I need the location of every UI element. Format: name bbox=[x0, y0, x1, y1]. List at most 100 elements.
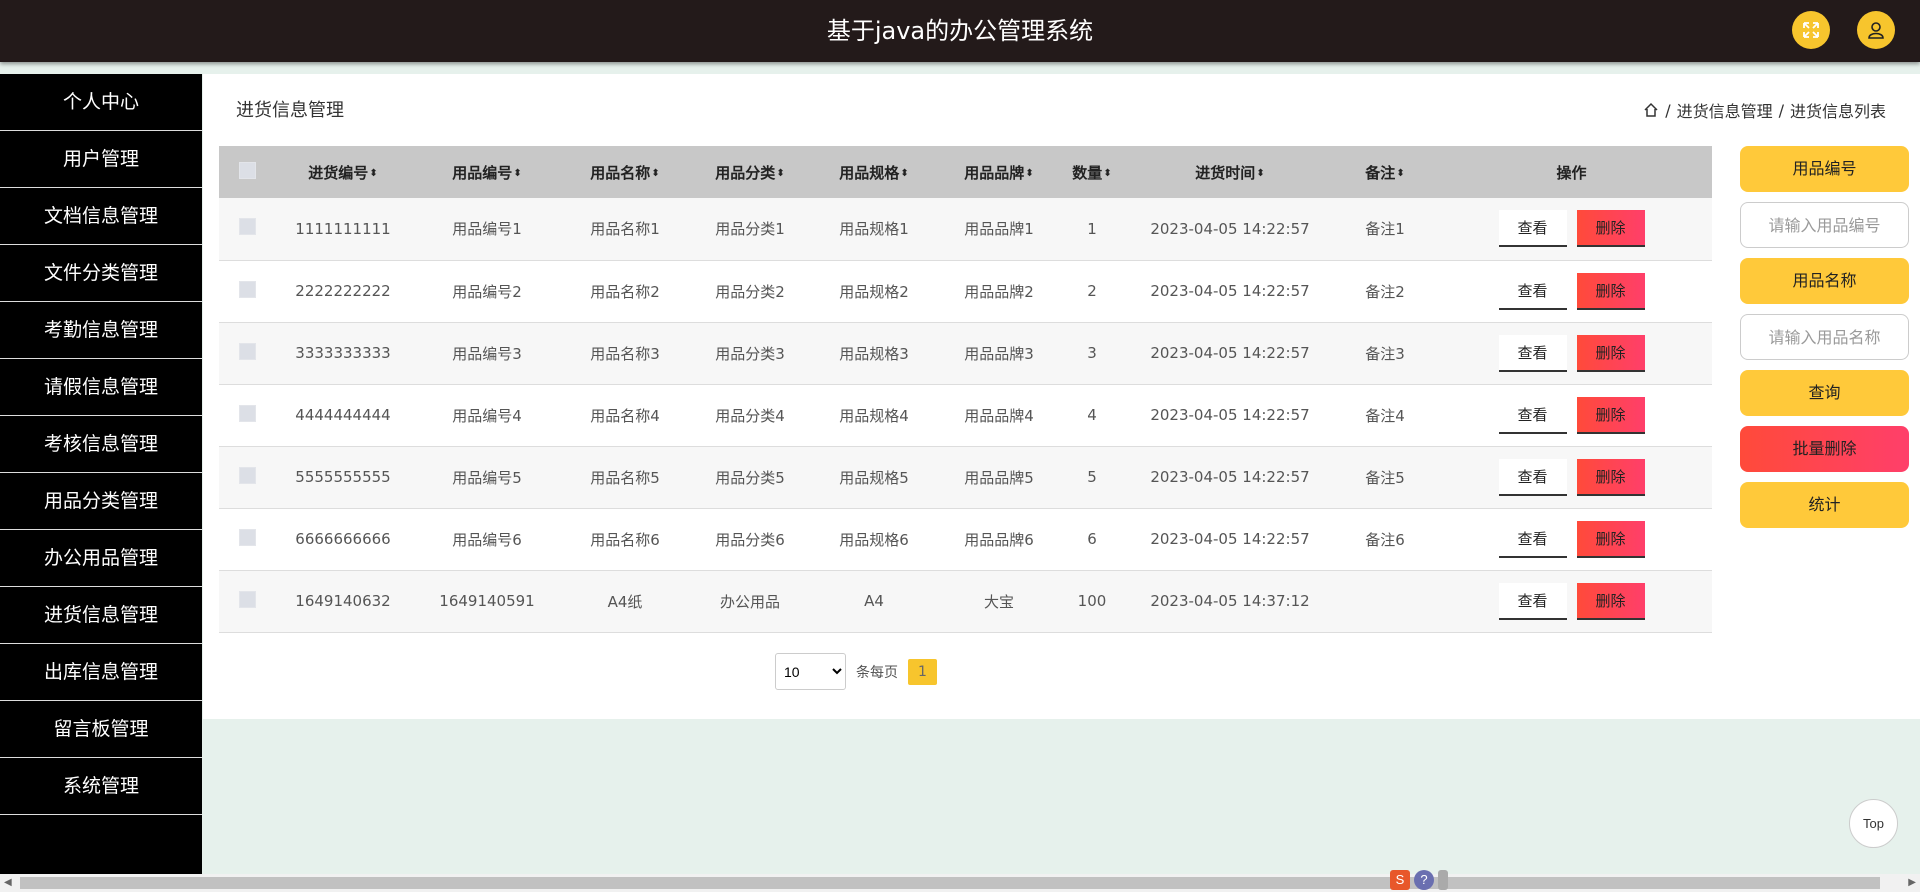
table-cell: 用品编号6 bbox=[452, 530, 522, 549]
column-header[interactable]: 用品编号⬍ bbox=[411, 146, 563, 198]
row-checkbox[interactable] bbox=[238, 280, 256, 298]
sort-icon[interactable]: ⬍ bbox=[1103, 168, 1111, 179]
sort-icon[interactable]: ⬍ bbox=[1025, 168, 1033, 179]
sogou-ime-icon[interactable]: S bbox=[1390, 870, 1410, 890]
column-header[interactable]: 进货时间⬍ bbox=[1121, 146, 1339, 198]
sidebar-item[interactable]: 请假信息管理 bbox=[0, 359, 202, 416]
stats-button[interactable]: 统计 bbox=[1740, 482, 1909, 528]
table-cell: 2023-04-05 14:22:57 bbox=[1150, 406, 1310, 424]
sidebar-item[interactable]: 出库信息管理 bbox=[0, 644, 202, 701]
view-button[interactable]: 查看 bbox=[1498, 520, 1567, 558]
column-header[interactable]: 用品规格⬍ bbox=[813, 146, 935, 198]
column-header[interactable]: 进货编号⬍ bbox=[275, 146, 411, 198]
row-checkbox[interactable] bbox=[238, 466, 256, 484]
table-cell: 用品品牌1 bbox=[964, 220, 1034, 239]
table-cell: 2023-04-05 14:22:57 bbox=[1150, 468, 1310, 486]
select-all-checkbox[interactable] bbox=[238, 161, 256, 179]
user-button[interactable] bbox=[1857, 11, 1895, 49]
table-cell: 2023-04-05 14:37:12 bbox=[1150, 592, 1310, 610]
sidebar-item[interactable]: 用品分类管理 bbox=[0, 473, 202, 530]
table-cell: 用品名称6 bbox=[590, 530, 660, 549]
delete-button[interactable]: 删除 bbox=[1576, 272, 1645, 310]
breadcrumb-item[interactable]: 进货信息管理 bbox=[1677, 98, 1773, 122]
view-button[interactable]: 查看 bbox=[1498, 396, 1567, 434]
table-cell: 1111111111 bbox=[295, 219, 391, 238]
column-header[interactable]: 数量⬍ bbox=[1063, 146, 1121, 198]
item-name-input[interactable] bbox=[1740, 314, 1909, 360]
delete-button[interactable]: 删除 bbox=[1576, 520, 1645, 558]
help-icon[interactable]: ? bbox=[1414, 870, 1434, 890]
query-button[interactable]: 查询 bbox=[1740, 370, 1909, 416]
table-cell: 3 bbox=[1087, 344, 1097, 362]
sidebar-item[interactable]: 进货信息管理 bbox=[0, 587, 202, 644]
sidebar-item[interactable]: 考勤信息管理 bbox=[0, 302, 202, 359]
table-cell: 用品规格5 bbox=[839, 468, 909, 487]
purchase-table: 进货编号⬍ 用品编号⬍ 用品名称⬍ 用品分类⬍ 用品规格⬍ 用品品牌⬍ 数量⬍ 进货时间⬍ 备注… bbox=[219, 146, 1712, 633]
sidebar-item[interactable]: 留言板管理 bbox=[0, 701, 202, 758]
item-number-input[interactable] bbox=[1740, 202, 1909, 248]
view-button[interactable]: 查看 bbox=[1498, 582, 1567, 620]
breadcrumb-item[interactable]: 进货信息列表 bbox=[1790, 98, 1886, 122]
per-page-label: 条每页 bbox=[856, 664, 898, 681]
table-cell: 大宝 bbox=[983, 592, 1014, 611]
sort-icon[interactable]: ⬍ bbox=[369, 168, 377, 179]
column-header[interactable]: 用品品牌⬍ bbox=[935, 146, 1063, 198]
row-checkbox[interactable] bbox=[238, 528, 256, 546]
table-cell: 用品品牌3 bbox=[964, 344, 1034, 363]
column-header[interactable]: 用品分类⬍ bbox=[687, 146, 813, 198]
table-cell: 用品品牌6 bbox=[964, 530, 1034, 549]
page-size-select[interactable]: 102050100 bbox=[775, 653, 846, 690]
delete-button[interactable]: 删除 bbox=[1576, 210, 1645, 248]
row-actions: 查看 删除 bbox=[1431, 384, 1712, 446]
sidebar-item[interactable]: 办公用品管理 bbox=[0, 530, 202, 587]
row-checkbox[interactable] bbox=[238, 590, 256, 608]
scroll-left-icon[interactable]: ◀ bbox=[4, 877, 12, 888]
view-button[interactable]: 查看 bbox=[1498, 210, 1567, 248]
column-header-label: 用品编号 bbox=[452, 163, 513, 182]
column-header[interactable]: 备注⬍ bbox=[1339, 146, 1431, 198]
view-button[interactable]: 查看 bbox=[1498, 334, 1567, 372]
sort-icon[interactable]: ⬍ bbox=[651, 168, 659, 179]
view-button[interactable]: 查看 bbox=[1498, 272, 1567, 310]
drag-handle-icon[interactable] bbox=[1438, 870, 1448, 890]
home-icon[interactable] bbox=[1643, 102, 1659, 118]
field1-label-button[interactable]: 用品编号 bbox=[1740, 146, 1909, 192]
field2-label-button[interactable]: 用品名称 bbox=[1740, 258, 1909, 304]
delete-button[interactable]: 删除 bbox=[1576, 582, 1645, 620]
sidebar-item[interactable]: 文档信息管理 bbox=[0, 188, 202, 245]
sort-icon[interactable]: ⬍ bbox=[1396, 168, 1404, 179]
column-header[interactable]: 用品名称⬍ bbox=[563, 146, 687, 198]
column-header-label: 数量 bbox=[1072, 163, 1103, 182]
delete-button[interactable]: 删除 bbox=[1576, 396, 1645, 434]
sidebar-item[interactable]: 系统管理 bbox=[0, 758, 202, 815]
sort-icon[interactable]: ⬍ bbox=[1256, 168, 1264, 179]
table-row: 1649140632 1649140591 A4纸 办公用品 A4 大宝 100 2023-0… bbox=[219, 570, 1712, 632]
sort-icon[interactable]: ⬍ bbox=[513, 168, 521, 179]
delete-button[interactable]: 删除 bbox=[1576, 334, 1645, 372]
row-checkbox[interactable] bbox=[238, 342, 256, 360]
scroll-right-icon[interactable]: ▶ bbox=[1908, 877, 1916, 888]
sort-icon[interactable]: ⬍ bbox=[776, 168, 784, 179]
table-row: 2222222222 用品编号2 用品名称2 用品分类2 用品规格2 用品品牌2 2 2023… bbox=[219, 260, 1712, 322]
breadcrumb: / 进货信息管理 / 进货信息列表 bbox=[1643, 98, 1886, 122]
table-cell: 备注6 bbox=[1365, 530, 1405, 549]
scrollbar-thumb[interactable] bbox=[20, 877, 1880, 889]
view-button[interactable]: 查看 bbox=[1498, 458, 1567, 496]
fullscreen-button[interactable] bbox=[1792, 11, 1830, 49]
sort-icon[interactable]: ⬍ bbox=[900, 168, 908, 179]
row-checkbox[interactable] bbox=[238, 218, 256, 236]
sidebar-item[interactable]: 考核信息管理 bbox=[0, 416, 202, 473]
delete-button[interactable]: 删除 bbox=[1576, 458, 1645, 496]
back-to-top-button[interactable]: Top bbox=[1849, 799, 1898, 848]
sidebar-item[interactable]: 文件分类管理 bbox=[0, 245, 202, 302]
row-checkbox[interactable] bbox=[238, 404, 256, 422]
sidebar-item[interactable]: 个人中心 bbox=[0, 74, 202, 131]
page-number-current[interactable]: 1 bbox=[908, 658, 937, 685]
table-row: 6666666666 用品编号6 用品名称6 用品分类6 用品规格6 用品品牌6 6 2023… bbox=[219, 508, 1712, 570]
horizontal-scrollbar[interactable]: ◀ ▶ bbox=[0, 874, 1920, 892]
row-actions: 查看 删除 bbox=[1431, 260, 1712, 322]
batch-delete-button[interactable]: 批量删除 bbox=[1740, 426, 1909, 472]
sidebar-item[interactable]: 用户管理 bbox=[0, 131, 202, 188]
table-cell: 用品分类2 bbox=[715, 282, 785, 301]
table-cell: 2023-04-05 14:22:57 bbox=[1150, 282, 1310, 300]
